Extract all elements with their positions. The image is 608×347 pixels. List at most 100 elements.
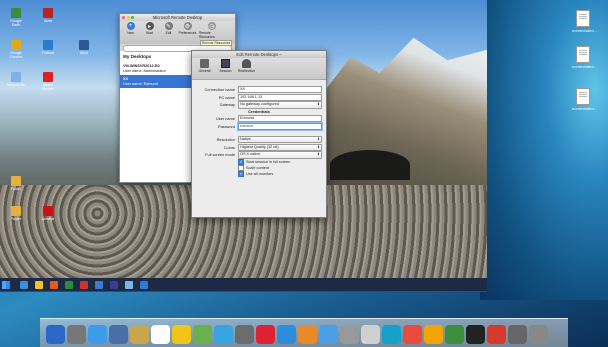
edit-form: Connection name XX PC name 192.168.1.13 Ga…	[192, 80, 326, 179]
taskbar-app-icon[interactable]	[125, 280, 133, 289]
dock-app-icon[interactable]	[424, 325, 443, 344]
dock-app-icon[interactable]	[529, 325, 548, 344]
dock-app-icon[interactable]	[67, 325, 86, 344]
monitor-icon	[221, 59, 230, 68]
options-checklist: ✓ Start session in full screen Scale conte…	[196, 158, 322, 177]
taskbar-app-icon[interactable]	[50, 280, 58, 289]
app-icon	[11, 8, 21, 18]
dock-app-icon[interactable]	[193, 325, 212, 344]
dock-app-icon[interactable]	[172, 325, 191, 344]
desktop-shortcut[interactable]: Acrobat	[38, 206, 58, 221]
tooltip: Remote Resources	[200, 40, 233, 46]
mac-dock	[40, 318, 568, 347]
desktop-file[interactable]: nonrevisited...	[572, 88, 597, 111]
desktop-shortcut[interactable]: Adobe Reader	[38, 72, 58, 91]
username-field[interactable]: Edmund	[238, 114, 322, 123]
dock-app-icon[interactable]	[88, 325, 107, 344]
minimize-button[interactable]	[126, 16, 130, 19]
wrench-icon	[200, 59, 209, 68]
remote-desktop-window[interactable]: Google Earth Avira Google Chrome Outlook Wor…	[0, 0, 487, 292]
desktop-shortcut[interactable]: Google Earth	[6, 8, 26, 27]
option-checkbox[interactable]: ✓ Use all monitors	[196, 170, 322, 177]
desktop-shortcut[interactable]: Outlook	[38, 40, 58, 55]
dock-app-icon[interactable]	[151, 325, 170, 344]
dock-app-icon[interactable]	[382, 325, 401, 344]
resolution-select[interactable]: Native	[238, 136, 322, 144]
taskbar-apps	[20, 280, 148, 289]
desktop-shortcut[interactable]: Word	[74, 40, 94, 55]
dock-app-icon[interactable]	[466, 325, 485, 344]
app-icon	[11, 40, 21, 50]
dock-app-icon[interactable]	[277, 325, 296, 344]
tab-session[interactable]: Session	[216, 59, 235, 78]
dock-app-icon[interactable]	[256, 325, 275, 344]
desktop-file[interactable]: nonrevisited...	[572, 46, 597, 69]
preferences-button[interactable]: ⚙ Preferences	[179, 22, 196, 43]
dock-app-icon[interactable]	[109, 325, 128, 344]
zoom-button[interactable]	[131, 16, 134, 19]
taskbar-app-icon[interactable]	[65, 280, 73, 289]
tab-redirection[interactable]: Redirection	[237, 59, 256, 78]
dock-app-icon[interactable]	[361, 325, 380, 344]
dock-app-icon[interactable]	[130, 325, 149, 344]
dock-app-icon[interactable]	[445, 325, 464, 344]
desktop-shortcut[interactable]: Avira	[38, 8, 58, 23]
fullscreen-select[interactable]: OS X native	[238, 151, 322, 159]
document-icon	[576, 10, 590, 27]
taskbar-app-icon[interactable]	[95, 280, 103, 289]
dock-app-icon[interactable]	[340, 325, 359, 344]
desktop-file[interactable]: nonrevisited...	[572, 10, 597, 33]
app-icon	[43, 72, 53, 82]
dock-app-icon[interactable]	[298, 325, 317, 344]
gear-icon: ⚙	[183, 22, 192, 30]
app-icon	[79, 40, 89, 50]
clock-icon: ◷	[208, 22, 216, 30]
plus-icon: +	[126, 22, 135, 30]
mrd-title: Microsoft Remote Desktop	[152, 15, 203, 20]
edit-button[interactable]: ✎ Edit	[161, 22, 176, 43]
connection-name-field[interactable]: XX	[238, 86, 322, 94]
start-button[interactable]: ▸ Start	[142, 22, 157, 43]
pc-name-field[interactable]: 192.168.1.13	[238, 93, 322, 101]
dock-app-icon[interactable]	[508, 325, 527, 344]
desktop-shortcut[interactable]: Google Chrome	[6, 40, 26, 59]
close-button[interactable]	[122, 16, 125, 19]
play-icon: ▸	[145, 22, 154, 30]
edit-tabs: General Session Redirection	[192, 58, 326, 80]
new-button[interactable]: + New	[123, 22, 138, 43]
windows-taskbar	[0, 278, 487, 291]
password-field[interactable]: ••••••••••	[238, 122, 322, 130]
redirection-icon	[242, 59, 251, 68]
app-icon	[11, 72, 21, 82]
desktop-shortcut[interactable]: Folder	[6, 176, 26, 191]
desktop-shortcut[interactable]: Recycle Bin	[6, 72, 26, 87]
dock-app-icon[interactable]	[319, 325, 338, 344]
tab-general[interactable]: General	[195, 59, 214, 78]
app-icon	[11, 176, 21, 186]
taskbar-app-icon[interactable]	[140, 280, 148, 289]
dock-app-icon[interactable]	[487, 325, 506, 344]
entry-user: User name: Edmund	[123, 81, 158, 86]
colors-select[interactable]: Highest Quality (32 bit)	[238, 143, 322, 151]
checkbox-icon: ✓	[238, 170, 244, 177]
mac-wallpaper	[480, 0, 608, 300]
desktop-shortcut[interactable]: Folder	[6, 206, 26, 221]
dock-app-icon[interactable]	[403, 325, 422, 344]
gateway-select[interactable]: No gateway configured	[238, 101, 322, 109]
document-icon	[576, 88, 590, 105]
taskbar-app-icon[interactable]	[35, 280, 43, 289]
dock-app-icon[interactable]	[235, 325, 254, 344]
taskbar-app-icon[interactable]	[20, 280, 28, 289]
dock-app-icon[interactable]	[46, 325, 65, 344]
dock-app-icon[interactable]	[214, 325, 233, 344]
taskbar-app-icon[interactable]	[110, 280, 118, 289]
app-icon	[11, 206, 21, 216]
app-icon	[43, 206, 53, 216]
document-icon	[576, 46, 590, 63]
edit-dialog[interactable]: Edit Remote Desktops – General Session R…	[191, 50, 327, 218]
mrd-titlebar: Microsoft Remote Desktop	[120, 14, 235, 21]
edit-dialog-title: Edit Remote Desktops –	[192, 51, 326, 58]
start-button[interactable]	[2, 280, 10, 289]
app-icon	[43, 40, 53, 50]
taskbar-app-icon[interactable]	[80, 280, 88, 289]
